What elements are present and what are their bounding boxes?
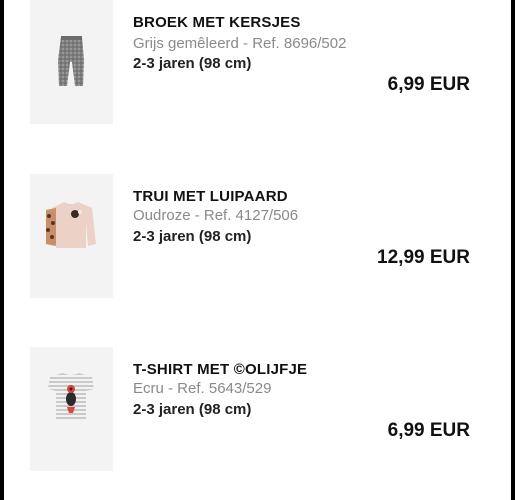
product-color-ref: Grijs gemêleerd - Ref. 8696/502 bbox=[133, 35, 347, 52]
screen: BROEK MET KERSJES Grijs gemêleerd - Ref.… bbox=[0, 0, 515, 500]
product-price: 6,99 EUR bbox=[387, 74, 470, 95]
product-size: 2-3 jaren (98 cm) bbox=[133, 228, 252, 245]
cart-item-tshirt[interactable]: T-SHIRT MET ©OLIJFJE Ecru - Ref. 5643/52… bbox=[4, 347, 511, 477]
product-image-tshirt[interactable] bbox=[30, 347, 113, 471]
product-price: 12,99 EUR bbox=[377, 247, 470, 268]
product-color-ref: Oudroze - Ref. 4127/506 bbox=[133, 207, 299, 224]
product-size: 2-3 jaren (98 cm) bbox=[133, 55, 252, 72]
product-image-sweater[interactable] bbox=[30, 174, 113, 298]
product-price: 6,99 EUR bbox=[387, 420, 470, 441]
product-color-ref: Ecru - Ref. 5643/529 bbox=[133, 380, 272, 397]
cart-item-list: BROEK MET KERSJES Grijs gemêleerd - Ref.… bbox=[4, 0, 511, 500]
cart-item-sweater[interactable]: TRUI MET LUIPAARD Oudroze - Ref. 4127/50… bbox=[4, 174, 511, 304]
product-size: 2-3 jaren (98 cm) bbox=[133, 401, 252, 418]
product-image-trousers[interactable] bbox=[30, 0, 113, 124]
product-name: TRUI MET LUIPAARD bbox=[133, 188, 288, 205]
cart-item-trousers[interactable]: BROEK MET KERSJES Grijs gemêleerd - Ref.… bbox=[4, 0, 511, 130]
product-name: T-SHIRT MET ©OLIJFJE bbox=[133, 361, 308, 378]
product-name: BROEK MET KERSJES bbox=[133, 14, 301, 31]
